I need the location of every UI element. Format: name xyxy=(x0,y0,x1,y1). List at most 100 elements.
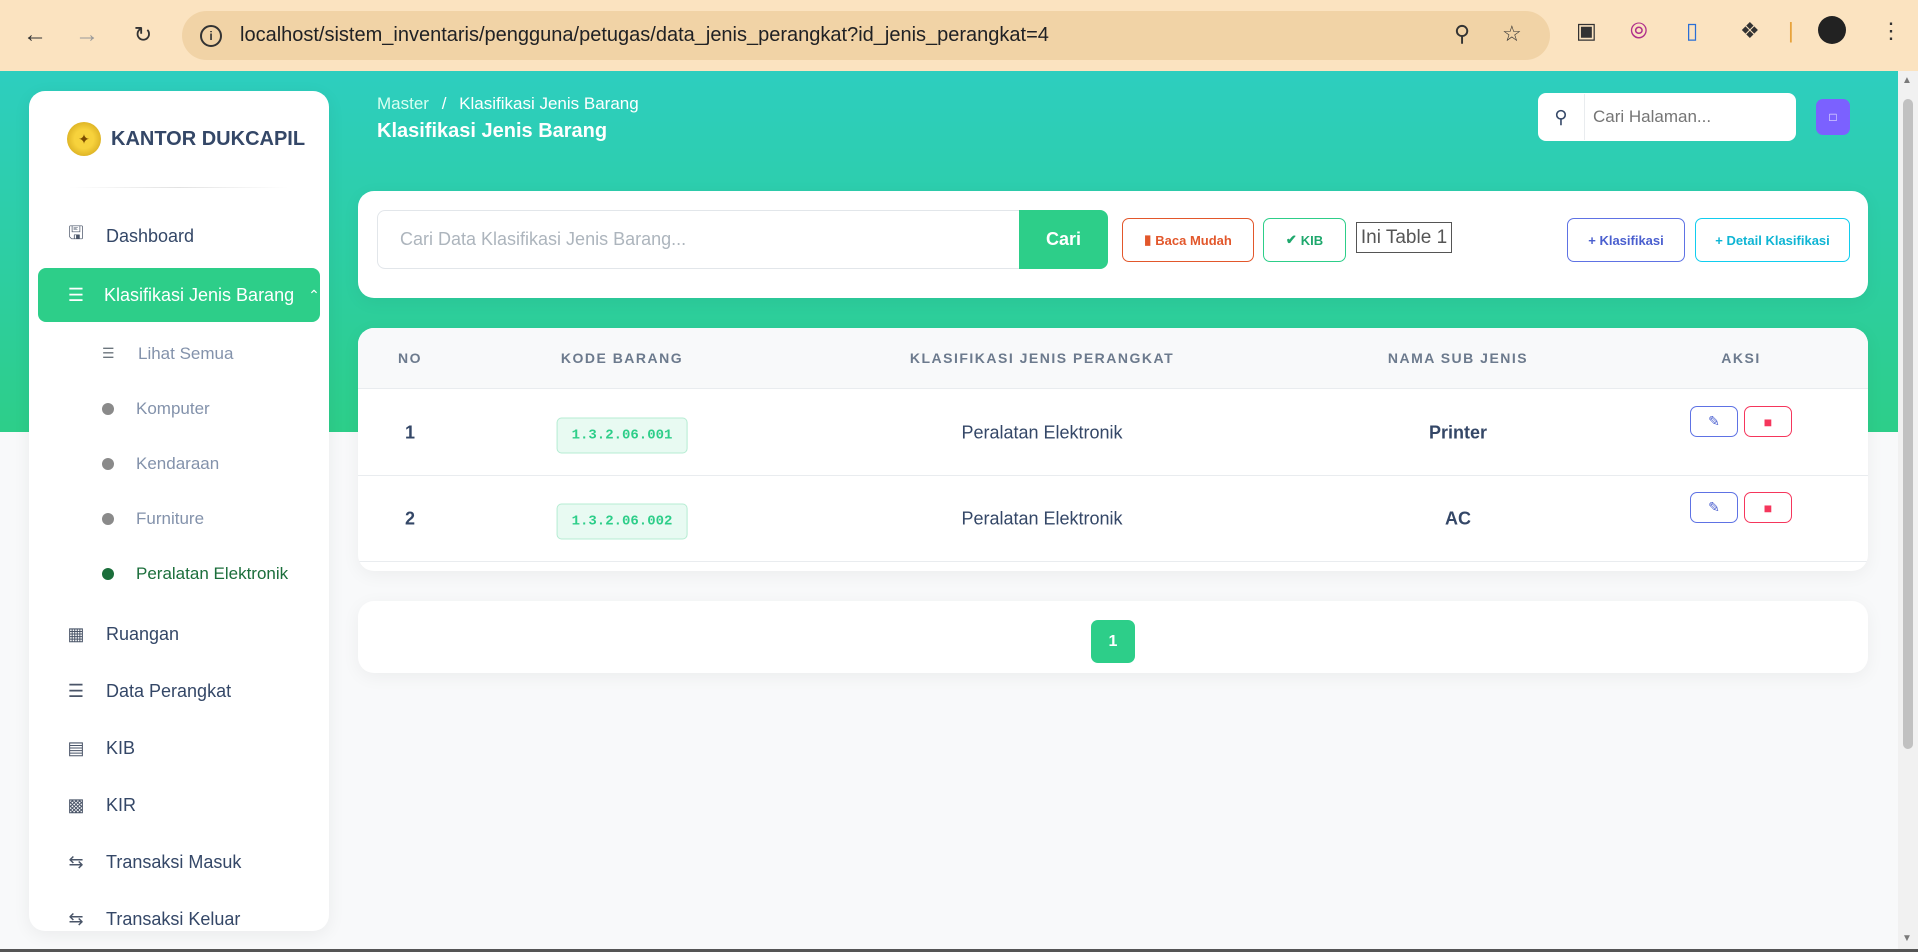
square-icon: □ xyxy=(1829,110,1837,124)
cell-no: 2 xyxy=(404,508,416,528)
cast-icon[interactable]: ▣ xyxy=(1576,18,1597,44)
search-card: Cari Data Klasifikasi Jenis Barang... Ca… xyxy=(358,191,1868,298)
sidebar-item-ruangan[interactable]: ▦ Ruangan xyxy=(29,606,329,663)
menu-kebab-icon[interactable]: ⋮ xyxy=(1880,18,1902,44)
bookmark-star-icon[interactable]: ☆ xyxy=(1502,21,1522,47)
delete-button[interactable]: ■ xyxy=(1744,492,1792,523)
brand-name: KANTOR DUKCAPIL xyxy=(111,127,306,150)
cell-kode: 1.3.2.06.002 xyxy=(556,503,688,539)
site-info-icon[interactable]: i xyxy=(200,24,222,47)
breadcrumb-current: Klasifikasi Jenis Barang xyxy=(459,94,639,113)
code-badge: 1.3.2.06.001 xyxy=(556,417,688,453)
edit-button[interactable]: ✎ xyxy=(1690,406,1738,437)
sidebar-item-transaksi-keluar[interactable]: ⇆ Transaksi Keluar xyxy=(29,891,329,931)
puzzle-icon[interactable]: ❖ xyxy=(1740,18,1760,44)
ini-table-label: Ini Table 1 xyxy=(1356,222,1452,253)
back-icon[interactable]: ← xyxy=(13,13,57,57)
cell-nama: AC xyxy=(1445,508,1471,528)
sidebar: ✦ KANTOR DUKCAPIL 🖫 Dashboard ☰ Klasifik… xyxy=(29,91,329,931)
sidebar-item-klasifikasi[interactable]: ☰ Klasifikasi Jenis Barang ⌃ xyxy=(38,268,320,322)
book-icon: ▮ xyxy=(1144,232,1152,247)
search-button[interactable]: Cari xyxy=(1019,210,1108,269)
kib-button[interactable]: ✔ KIB xyxy=(1263,218,1346,262)
trash-icon: ■ xyxy=(1763,413,1773,430)
table-row: 2 1.3.2.06.002 Peralatan Elektronik AC ✎… xyxy=(358,476,1868,562)
briefcase-icon: ▩ xyxy=(67,795,85,815)
dot-icon xyxy=(102,402,114,415)
cell-kode: 1.3.2.06.001 xyxy=(556,417,688,453)
brand[interactable]: ✦ KANTOR DUKCAPIL xyxy=(29,91,329,187)
page-search-input[interactable] xyxy=(1584,94,1784,140)
sidebar-item-label: KIB xyxy=(106,738,136,758)
sidebar-subitem-label: Komputer xyxy=(136,398,210,418)
brand-logo-icon: ✦ xyxy=(67,122,101,156)
breadcrumb-root[interactable]: Master xyxy=(377,94,429,113)
dot-icon xyxy=(102,512,114,525)
page-title: Klasifikasi Jenis Barang xyxy=(377,120,608,142)
extension-icon[interactable]: ▯ xyxy=(1686,18,1698,44)
sidebar-subitem-komputer[interactable]: Komputer xyxy=(29,381,329,436)
sidebar-item-label: Transaksi Masuk xyxy=(106,852,242,872)
reload-icon[interactable]: ↻ xyxy=(121,13,165,57)
url-text: localhost/sistem_inventaris/pengguna/pet… xyxy=(240,24,1049,46)
data-table: NO KODE BARANG KLASIFIKASI JENIS PERANGK… xyxy=(358,328,1868,571)
sidebar-subitem-furniture[interactable]: Furniture xyxy=(29,491,329,546)
delete-button[interactable]: ■ xyxy=(1744,406,1792,437)
sidebar-item-dashboard[interactable]: 🖫 Dashboard xyxy=(29,208,329,264)
cell-nama: Printer xyxy=(1428,422,1488,442)
breadcrumb: Master / Klasifikasi Jenis Barang xyxy=(377,94,639,114)
building-icon: ▦ xyxy=(67,624,85,644)
sidebar-item-kib[interactable]: ▤ KIB xyxy=(29,720,329,777)
dot-icon xyxy=(102,567,114,580)
sidebar-subitem-peralatan-elektronik[interactable]: Peralatan Elektronik xyxy=(29,546,329,601)
baca-mudah-label: Baca Mudah xyxy=(1155,232,1232,248)
broadcast-icon[interactable]: ⦾ xyxy=(1630,18,1648,44)
add-detail-klasifikasi-button[interactable]: + Detail Klasifikasi xyxy=(1695,218,1850,262)
sidebar-subitem-label: Lihat Semua xyxy=(138,343,234,363)
settings-button[interactable]: □ xyxy=(1816,99,1850,135)
sidebar-item-label: Data Perangkat xyxy=(106,681,232,701)
sidebar-subitem-label: Kendaraan xyxy=(136,453,220,473)
sidebar-item-label: Transaksi Keluar xyxy=(106,909,241,929)
sidebar-subitem-label: Furniture xyxy=(136,508,205,528)
sidebar-subitem-lihat-semua[interactable]: ☰ Lihat Semua xyxy=(29,326,329,381)
exchange-icon: ⇆ xyxy=(68,852,84,872)
sidebar-subitem-label: Peralatan Elektronik xyxy=(136,563,289,583)
sidebar-item-kir[interactable]: ▩ KIR xyxy=(29,777,329,834)
kib-label: KIB xyxy=(1300,232,1324,248)
page-button-current[interactable]: 1 xyxy=(1091,620,1135,663)
table-row: 1 1.3.2.06.001 Peralatan Elektronik Prin… xyxy=(358,390,1868,476)
sidebar-item-label: Klasifikasi Jenis Barang xyxy=(104,284,295,305)
zoom-icon[interactable]: ⚲ xyxy=(1454,21,1470,47)
cell-klasifikasi: Peralatan Elektronik xyxy=(961,422,1123,442)
monitor-icon: 🖫 xyxy=(68,223,84,243)
check-circle-icon: ✔ xyxy=(1285,232,1297,247)
dot-icon xyxy=(102,457,114,470)
layers-icon: ☰ xyxy=(67,681,85,701)
data-search-input[interactable]: Cari Data Klasifikasi Jenis Barang... xyxy=(377,210,1020,269)
baca-mudah-button[interactable]: ▮ Baca Mudah xyxy=(1122,218,1254,262)
page-search: ⚲ xyxy=(1538,93,1796,141)
address-bar[interactable]: i localhost/sistem_inventaris/pengguna/p… xyxy=(182,11,1550,60)
add-klasifikasi-button[interactable]: + Klasifikasi xyxy=(1567,218,1685,262)
scrollbar-thumb[interactable] xyxy=(1903,99,1913,749)
scroll-down-icon[interactable]: ▼ xyxy=(1902,933,1912,944)
forward-icon[interactable]: → xyxy=(65,13,109,57)
col-header-nama: NAMA SUB JENIS xyxy=(1387,350,1529,366)
sidebar-item-transaksi-masuk[interactable]: ⇆ Transaksi Masuk xyxy=(29,834,329,891)
list-icon: ☰ xyxy=(102,345,115,361)
cell-no: 1 xyxy=(404,422,416,442)
col-header-klasifikasi: KLASIFIKASI JENIS PERANGKAT xyxy=(909,350,1175,366)
table-header: NO KODE BARANG KLASIFIKASI JENIS PERANGK… xyxy=(358,328,1868,389)
archive-icon: ▤ xyxy=(67,738,85,758)
edit-icon: ✎ xyxy=(1708,499,1720,515)
page-scrollbar[interactable]: ▲ ▼ xyxy=(1898,71,1918,952)
col-header-kode: KODE BARANG xyxy=(560,350,684,366)
sidebar-item-label: Ruangan xyxy=(106,624,180,644)
sidebar-subitem-kendaraan[interactable]: Kendaraan xyxy=(29,436,329,491)
sidebar-item-data-perangkat[interactable]: ☰ Data Perangkat xyxy=(29,663,329,720)
scroll-up-icon[interactable]: ▲ xyxy=(1902,75,1912,86)
profile-avatar[interactable] xyxy=(1818,16,1846,44)
edit-button[interactable]: ✎ xyxy=(1690,492,1738,523)
exchange-icon: ⇆ xyxy=(68,909,84,929)
